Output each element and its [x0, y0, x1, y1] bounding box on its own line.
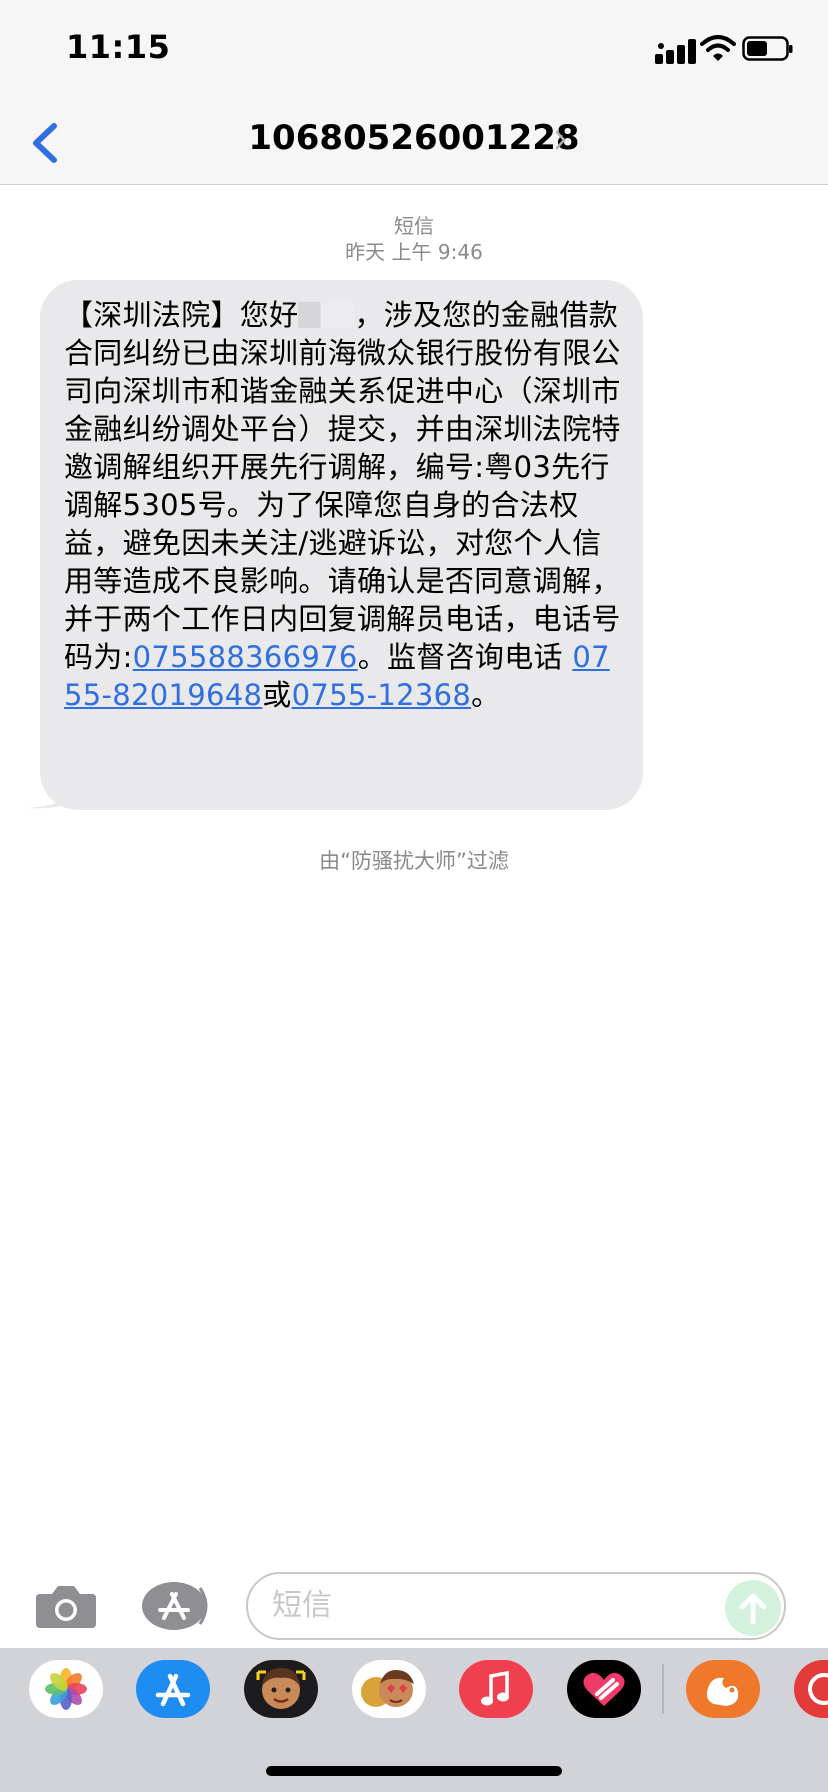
squirrel-app-icon[interactable]	[686, 1660, 760, 1718]
chevron-right-icon[interactable]	[554, 128, 568, 152]
animoji-stickers-icon[interactable]	[352, 1660, 426, 1718]
memoji-icon[interactable]	[244, 1660, 318, 1718]
message-text-part: 。监督咨询电话	[357, 640, 563, 674]
drawer-divider	[662, 1664, 664, 1714]
redacted-name	[298, 302, 355, 328]
photos-icon[interactable]	[29, 1660, 103, 1718]
contact-title[interactable]: 10680526001228	[0, 118, 828, 158]
message-text: 【深圳法院】您好 ，涉及您的金融借款合同纠纷已由深圳前海微众银行股份有限公司向深圳…	[64, 296, 626, 714]
battery-icon	[742, 36, 793, 61]
phone-link-hotline[interactable]: 0755-12368	[292, 678, 472, 712]
music-icon[interactable]	[459, 1660, 533, 1718]
digital-touch-icon[interactable]	[567, 1660, 641, 1718]
camera-icon[interactable]	[34, 1582, 98, 1630]
home-indicator	[266, 1766, 562, 1776]
message-text-part: 或	[262, 678, 292, 712]
message-text-part: 。	[471, 678, 501, 712]
message-service-label: 短信	[394, 214, 434, 238]
filter-note: 由“防骚扰大师”过滤	[319, 849, 509, 873]
app-store-apps-icon[interactable]	[140, 1580, 212, 1632]
phone-link-mediator[interactable]: 075588366976	[133, 640, 358, 674]
wifi-icon	[700, 35, 736, 61]
send-arrow-icon[interactable]	[725, 1580, 781, 1636]
cellular-signal-icon	[655, 39, 696, 64]
message-text-part: ，涉及您的金融借款合同纠纷已由深圳前海微众银行股份有限公司向深圳市和谐金融关系促…	[64, 298, 621, 674]
app-store-icon[interactable]	[136, 1660, 210, 1718]
message-input[interactable]: 短信	[246, 1572, 786, 1640]
message-timestamp: 昨天 上午 9:46	[345, 240, 483, 264]
message-text-part: 【深圳法院】您好	[64, 298, 299, 332]
status-time: 11:15	[66, 28, 171, 66]
